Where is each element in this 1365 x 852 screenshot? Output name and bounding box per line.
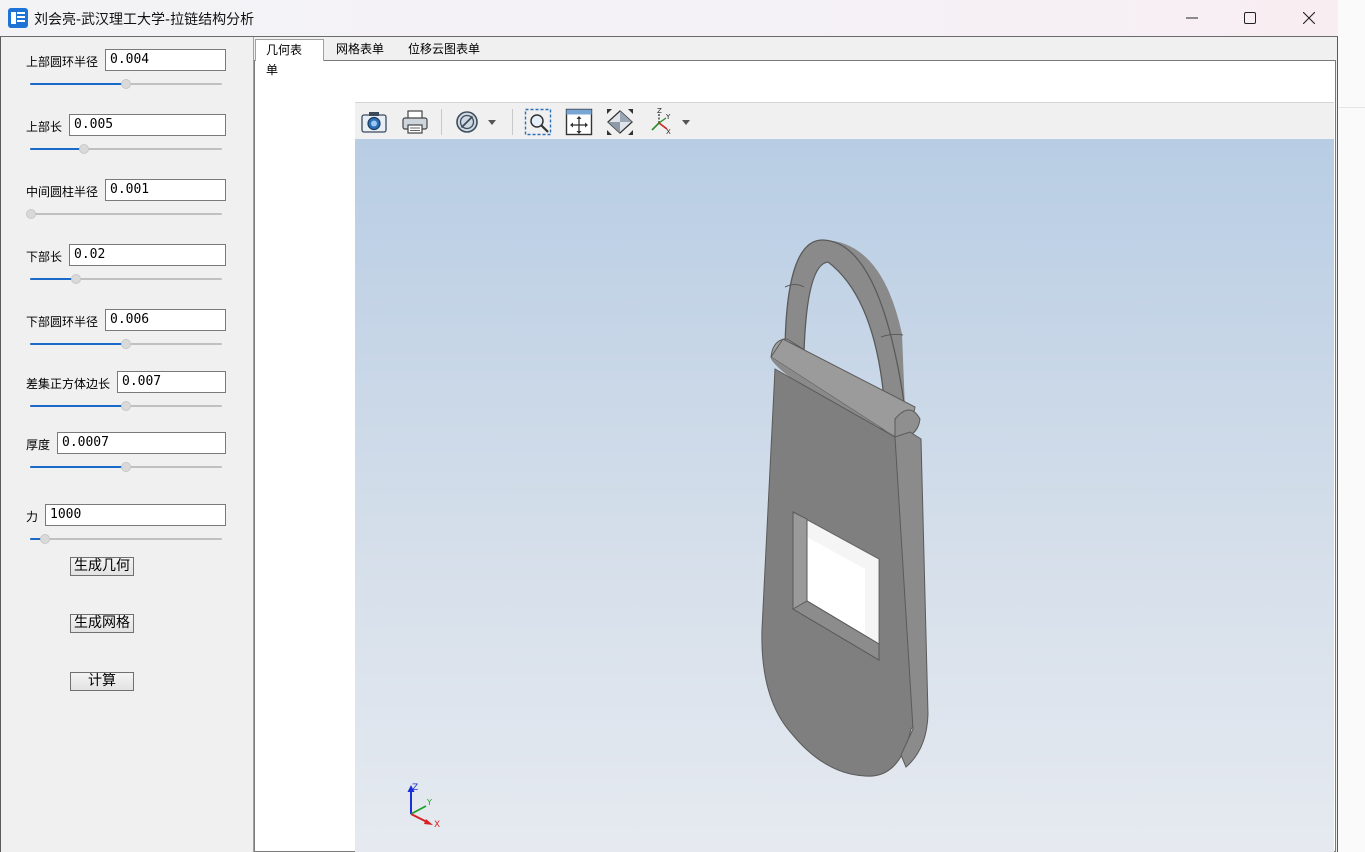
zipper-puller-model [761,239,929,777]
3d-viewport[interactable]: Z Y X [355,139,1334,852]
slider-thumb[interactable] [121,401,131,411]
tab-geometry[interactable]: 几何表单 [255,39,324,77]
window-title: 刘会亮-武汉理工大学-拉链结构分析 [34,12,255,28]
force-slider[interactable] [30,533,222,545]
minimize-button[interactable] [1163,0,1221,36]
upper-ring-radius-slider[interactable] [30,78,222,90]
param-label-upper-length: 上部长 [26,120,63,134]
slider-thumb[interactable] [71,274,82,284]
upper-ring-radius-input[interactable]: 0.004 [105,49,226,71]
thickness-input[interactable]: 0.0007 [57,432,226,454]
axis-view-icon[interactable]: Z Y X [647,107,695,137]
desktop-background [1338,0,1365,852]
force-input[interactable]: 1000 [45,504,226,526]
param-label-upper-ring-radius: 上部圆环半径 [26,55,99,69]
svg-text:Y: Y [665,113,671,121]
orientation-triad: Z Y X [407,783,440,830]
lower-length-slider[interactable] [30,273,222,285]
upper-length-input[interactable]: 0.005 [69,114,226,136]
slider-thumb[interactable] [78,144,89,154]
fit-all-icon[interactable] [564,107,594,137]
cube-edge-length-input[interactable]: 0.007 [117,371,226,393]
svg-text:Z: Z [657,107,662,115]
slider-thumb[interactable] [26,209,36,219]
lower-length-input[interactable]: 0.02 [69,244,226,266]
compute-button[interactable]: 计算 [70,672,134,691]
close-icon [1303,12,1315,24]
maximize-button[interactable] [1221,0,1279,36]
generate-mesh-button[interactable]: 生成网格 [70,614,134,633]
print-icon[interactable] [400,107,430,137]
minimize-icon [1186,17,1198,19]
app-icon [8,8,28,28]
svg-text:X: X [666,128,671,136]
triad-z-label: Z [412,783,418,793]
triad-y-label: Y [426,798,432,807]
lower-ring-radius-input[interactable]: 0.006 [105,309,226,331]
cube-edge-length-slider[interactable] [30,400,222,412]
tab-displacement-contour[interactable]: 位移云图表单 [398,39,490,61]
param-label-force: 力 [26,510,39,524]
viewer-toolbar: Z Y X [355,102,1334,141]
thickness-slider[interactable] [30,461,222,473]
view-fit-icon[interactable] [605,107,635,137]
slider-thumb[interactable] [121,339,131,349]
slider-thumb[interactable] [40,534,51,544]
middle-cylinder-radius-input[interactable]: 0.001 [105,179,226,201]
tab-mesh[interactable]: 网格表单 [326,39,394,61]
lower-ring-radius-slider[interactable] [30,338,222,350]
upper-length-slider[interactable] [30,143,222,155]
param-label-middle-cylinder-radius: 中间圆柱半径 [26,185,99,199]
close-button[interactable] [1280,0,1338,36]
slider-thumb[interactable] [121,79,131,89]
zoom-window-icon[interactable] [523,107,553,137]
param-label-lower-ring-radius: 下部圆环半径 [26,315,99,329]
middle-cylinder-radius-slider[interactable] [26,208,222,220]
generate-geometry-button[interactable]: 生成几何 [70,557,134,576]
maximize-icon [1244,12,1256,24]
param-label-cube-edge-length: 差集正方体边长 [26,377,111,391]
triad-x-label: X [434,820,440,830]
param-label-thickness: 厚度 [26,438,51,452]
camera-icon[interactable] [359,107,389,137]
param-label-lower-length: 下部长 [26,250,63,264]
display-mode-icon[interactable] [453,107,501,137]
title-bar: 刘会亮-武汉理工大学-拉链结构分析 [0,0,1338,36]
slider-thumb[interactable] [121,462,131,472]
